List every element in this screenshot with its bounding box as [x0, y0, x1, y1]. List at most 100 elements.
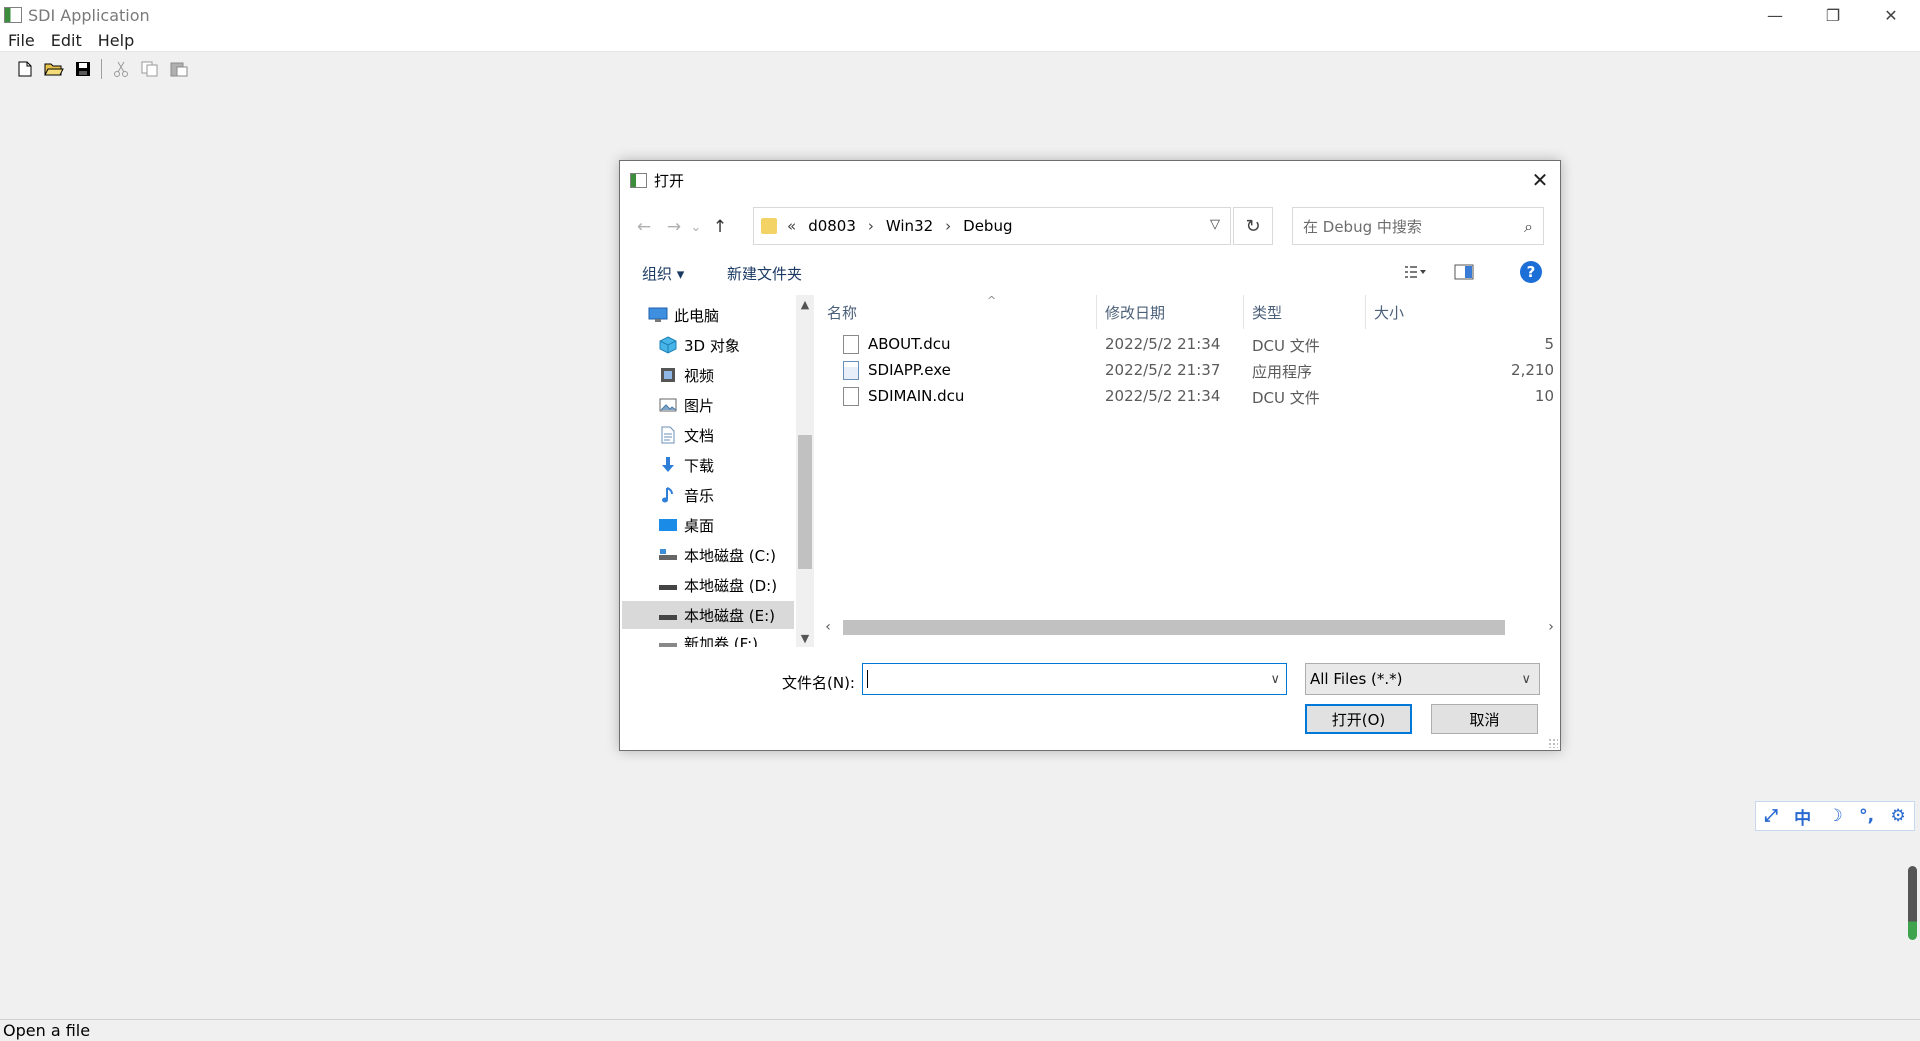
help-icon[interactable]: ?	[1520, 261, 1542, 283]
tree-item-label: 本地磁盘 (E:)	[684, 606, 776, 625]
tree-item-drive-e[interactable]: 本地磁盘 (E:)	[622, 601, 794, 629]
menu-help[interactable]: Help	[90, 31, 142, 50]
cancel-button[interactable]: 取消	[1431, 704, 1538, 734]
open-file-button[interactable]	[39, 57, 68, 81]
paste-button[interactable]	[164, 57, 193, 81]
document-icon	[658, 426, 678, 444]
copy-button[interactable]	[135, 57, 164, 81]
close-button[interactable]: ✕	[1862, 0, 1920, 30]
open-folder-icon	[43, 63, 64, 76]
view-options-button[interactable]	[1404, 261, 1428, 283]
cut-icon	[113, 61, 128, 77]
resize-grip[interactable]	[1548, 738, 1558, 748]
search-input[interactable]: 在 Debug 中搜索 ⌕	[1292, 207, 1544, 245]
drive-icon	[658, 546, 678, 564]
address-segment[interactable]: Debug	[963, 217, 1012, 235]
tree-item-downloads[interactable]: 下载	[622, 451, 794, 479]
navigation-pane: 此电脑 3D 对象 视频 图片 文档 下载 音乐 桌面 本地磁盘 (C:) 本地…	[622, 295, 815, 647]
dialog-app-icon	[630, 172, 647, 188]
column-header-label: 类型	[1252, 303, 1283, 322]
open-button[interactable]: 打开(O)	[1305, 704, 1412, 734]
up-button[interactable]: ↑	[708, 215, 732, 239]
scroll-up-icon[interactable]: ▲	[796, 295, 814, 313]
dialog-close-button[interactable]: ✕	[1526, 167, 1554, 193]
file-list: 名称 ^ 修改日期 类型 大小 ABOUT.dcu 2022/5/2 21:34…	[819, 294, 1560, 647]
tree-item-documents[interactable]: 文档	[622, 421, 794, 449]
music-icon	[658, 486, 678, 504]
column-header-label: 修改日期	[1105, 303, 1166, 322]
file-row[interactable]: SDIMAIN.dcu 2022/5/2 21:34 DCU 文件 10	[819, 383, 1560, 409]
address-bar[interactable]: « d0803 › Win32 › Debug ▽	[753, 207, 1231, 245]
tree-item-label: 文档	[684, 426, 715, 445]
new-folder-button[interactable]: 新建文件夹	[727, 263, 802, 284]
file-row[interactable]: SDIAPP.exe 2022/5/2 21:37 应用程序 2,210	[819, 357, 1560, 383]
copy-icon	[141, 61, 157, 77]
scroll-thumb[interactable]	[843, 620, 1505, 635]
tree-item-3d-objects[interactable]: 3D 对象	[622, 331, 794, 359]
column-header-label: 名称	[827, 303, 858, 322]
navigation-row: ← → ⌄ ↑ « d0803 › Win32 › Debug ▽ ↻ 在 De…	[620, 207, 1560, 247]
chevron-right-icon[interactable]: ›	[945, 217, 951, 235]
tree-item-music[interactable]: 音乐	[622, 481, 794, 509]
refresh-button[interactable]: ↻	[1233, 207, 1273, 245]
address-overflow[interactable]: «	[787, 217, 796, 235]
tree-item-label: 本地磁盘 (C:)	[684, 546, 776, 565]
chevron-right-icon[interactable]: ›	[868, 217, 874, 235]
cut-button[interactable]	[106, 57, 135, 81]
tree-item-desktop[interactable]: 桌面	[622, 511, 794, 539]
ime-expand-icon[interactable]: ⤢	[1764, 806, 1778, 826]
navigation-pane-scrollbar[interactable]: ▲ ▼	[796, 295, 814, 647]
details-view-icon	[1405, 266, 1426, 278]
filename-input[interactable]: ∨	[862, 663, 1287, 695]
pc-icon	[648, 306, 668, 324]
scroll-left-icon[interactable]: ‹	[819, 617, 837, 637]
scroll-right-icon[interactable]: ›	[1542, 617, 1560, 637]
preview-pane-button[interactable]	[1452, 261, 1476, 283]
file-list-horizontal-scrollbar[interactable]: ‹ ›	[819, 617, 1560, 637]
tree-item-drive-d[interactable]: 本地磁盘 (D:)	[622, 571, 794, 599]
file-name: ABOUT.dcu	[868, 335, 951, 353]
file-type: 应用程序	[1252, 363, 1313, 381]
column-header-name[interactable]: 名称 ^	[819, 294, 1097, 329]
refresh-icon: ↻	[1245, 215, 1261, 237]
file-row[interactable]: ABOUT.dcu 2022/5/2 21:34 DCU 文件 5	[819, 331, 1560, 357]
file-size: 10	[1534, 387, 1554, 405]
maximize-button[interactable]: ❐	[1804, 0, 1862, 30]
scroll-down-icon[interactable]: ▼	[796, 629, 814, 647]
tree-item-this-pc[interactable]: 此电脑	[622, 301, 794, 329]
minimize-button[interactable]: —	[1746, 0, 1804, 30]
file-modified: 2022/5/2 21:34	[1105, 387, 1221, 405]
recent-locations-button[interactable]: ⌄	[684, 215, 708, 239]
tree-item-drive-c[interactable]: 本地磁盘 (C:)	[622, 541, 794, 569]
forward-button[interactable]: →	[662, 215, 686, 239]
address-segment[interactable]: Win32	[886, 217, 933, 235]
search-icon: ⌕	[1524, 217, 1533, 236]
save-file-button[interactable]	[68, 57, 97, 81]
command-bar: 组织 ▾ 新建文件夹 ?	[620, 253, 1560, 291]
ime-language-toggle[interactable]: 中	[1794, 804, 1811, 829]
text-caret	[867, 670, 868, 688]
tree-item-videos[interactable]: 视频	[622, 361, 794, 389]
back-button[interactable]: ←	[632, 215, 656, 239]
status-bar: Open a file	[0, 1019, 1920, 1041]
column-header-size[interactable]: 大小	[1366, 295, 1560, 329]
tree-item-pictures[interactable]: 图片	[622, 391, 794, 419]
preview-pane-icon	[1454, 264, 1474, 280]
punctuation-icon[interactable]: °,	[1859, 806, 1874, 826]
moon-icon[interactable]: ☽	[1828, 806, 1843, 826]
tree-item-drive-f[interactable]: 新加卷 (F:)	[622, 629, 794, 647]
new-file-button[interactable]	[10, 57, 39, 81]
organize-button[interactable]: 组织 ▾	[642, 263, 684, 284]
chevron-down-icon[interactable]: ▽	[1210, 217, 1220, 232]
column-header-type[interactable]: 类型	[1244, 295, 1366, 329]
column-header-modified[interactable]: 修改日期	[1097, 295, 1244, 329]
address-segment[interactable]: d0803	[808, 217, 856, 235]
filetype-select[interactable]: All Files (*.*) ∨	[1305, 663, 1540, 695]
gear-icon[interactable]: ⚙	[1891, 806, 1906, 826]
menu-file[interactable]: File	[0, 31, 43, 50]
menu-edit[interactable]: Edit	[43, 31, 90, 50]
chevron-down-icon[interactable]: ∨	[1270, 672, 1280, 687]
scroll-thumb[interactable]	[798, 435, 812, 569]
file-size: 2,210	[1511, 361, 1554, 379]
tree-item-label: 桌面	[684, 516, 715, 535]
